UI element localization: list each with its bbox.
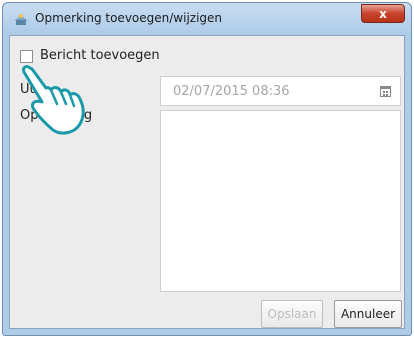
- datetime-field[interactable]: 02/07/2015 08:36: [160, 76, 401, 106]
- save-button[interactable]: Opslaan: [261, 300, 323, 328]
- hand-pointer-icon: [22, 65, 85, 135]
- calendar-icon[interactable]: [380, 86, 391, 97]
- datetime-value: 02/07/2015 08:36: [173, 84, 290, 99]
- dialog-content: Bericht toevoegen Uur 02/07/2015 08:36 O…: [9, 35, 405, 329]
- cancel-button[interactable]: Annuleer: [334, 300, 402, 328]
- close-button[interactable]: x: [361, 4, 405, 23]
- remark-textarea[interactable]: [160, 110, 401, 292]
- title-bar[interactable]: Opmerking toevoegen/wijzigen x: [3, 3, 411, 35]
- dialog-window: Opmerking toevoegen/wijzigen x Bericht t…: [2, 2, 412, 336]
- window-title: Opmerking toevoegen/wijzigen: [35, 11, 223, 25]
- app-icon: [14, 14, 28, 25]
